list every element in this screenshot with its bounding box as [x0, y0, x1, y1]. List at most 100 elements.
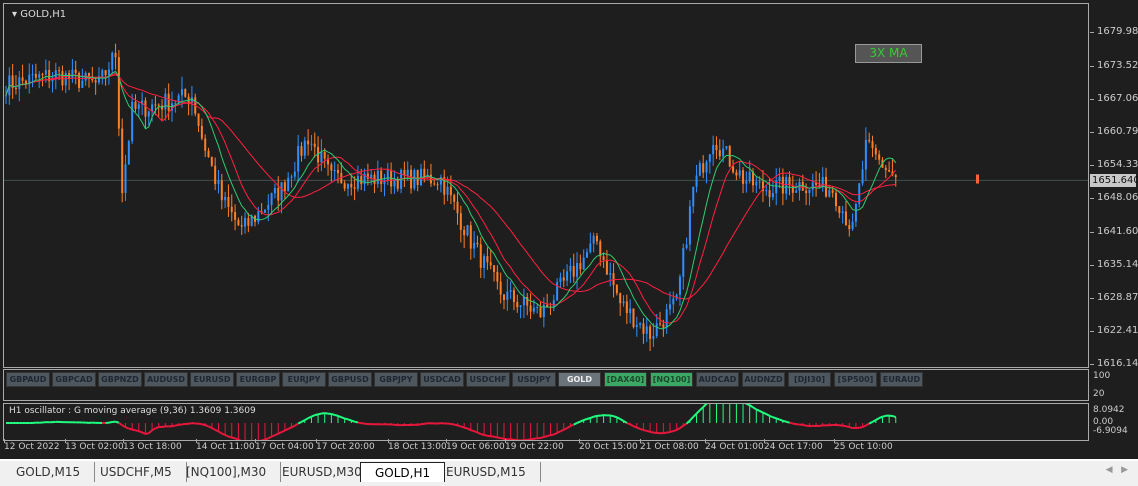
candle-body: [184, 89, 187, 97]
oscillator-line: [782, 419, 787, 423]
symbol-button[interactable]: USDCHF: [466, 372, 510, 387]
oscillator-panel[interactable]: H1 oscillator : G moving average (9,36) …: [3, 403, 1089, 441]
oscillator-line: [483, 434, 488, 437]
symbol-button[interactable]: GBPNZD: [98, 372, 142, 387]
symbol-button[interactable]: [SP500]: [834, 372, 877, 387]
oscillator-line: [769, 414, 774, 419]
oscillator-line: [231, 436, 236, 440]
chart-tab[interactable]: GOLD,M15: [2, 462, 96, 482]
candle-body: [529, 305, 532, 312]
3x-ma-button[interactable]: 3X MA: [855, 44, 922, 63]
oscillator-line: [463, 426, 468, 430]
symbol-button[interactable]: EURUSD: [190, 372, 234, 387]
symbol-button[interactable]: GBPJPY: [374, 372, 418, 387]
oscillator-line: [500, 437, 505, 440]
candle-body: [522, 297, 525, 306]
symbol-button[interactable]: AUDNZD: [742, 372, 785, 387]
candle-body: [659, 323, 662, 325]
candle-body: [512, 290, 515, 302]
price-chart[interactable]: ▾ GOLD,H1: [3, 3, 1089, 368]
oscillator-line: [337, 414, 342, 419]
candle-body: [234, 212, 237, 220]
oscillator-line: [138, 430, 143, 434]
candle-body: [838, 206, 841, 214]
oscillator-line: [314, 413, 319, 417]
candle-body: [220, 180, 223, 201]
candle-body: [745, 181, 748, 184]
candle-body: [433, 183, 436, 185]
candle-body: [844, 211, 847, 226]
candle-body: [682, 248, 685, 277]
symbol-button[interactable]: AUDUSD: [144, 372, 188, 387]
symbol-button[interactable]: EURJPY: [282, 372, 326, 387]
symbol-button[interactable]: GBPAUD: [6, 372, 50, 387]
oscillator-line: [470, 429, 475, 433]
chart-tab[interactable]: [NQ100],M30: [172, 462, 282, 482]
candle-body: [771, 193, 774, 198]
candle-body: [230, 206, 233, 213]
candle-body: [592, 235, 595, 244]
chart-tab[interactable]: EURUSD,M15: [432, 462, 541, 482]
candle-body: [74, 69, 77, 73]
candle-body: [124, 164, 127, 194]
oscillator-line: [643, 429, 648, 432]
candle-body: [672, 298, 675, 305]
candle-body: [595, 235, 598, 242]
candle-body: [841, 211, 844, 214]
candle-body: [466, 225, 469, 236]
candle-body: [785, 177, 788, 194]
symbol-button[interactable]: GBPUSD: [328, 372, 372, 387]
candle-body: [828, 190, 831, 197]
time-axis[interactable]: 12 Oct 2022 13 Oct 02:00 13 Oct 18:00 14 Oc…: [0, 439, 1090, 458]
symbol-button[interactable]: GBPCAD: [52, 372, 96, 387]
candle-body: [131, 101, 134, 142]
oscillator-line: [437, 422, 442, 425]
symbol-button[interactable]: USDCAD: [420, 372, 464, 387]
symbol-button[interactable]: USDJPY: [512, 372, 556, 387]
price-tick: 1660.790: [1090, 126, 1138, 137]
candle-body: [180, 89, 183, 96]
oscillator-line: [201, 423, 206, 427]
candle-body: [698, 163, 701, 176]
candle-body: [639, 323, 642, 325]
symbol-button[interactable]: [DAX40]: [604, 372, 647, 387]
candle-body: [602, 256, 605, 260]
oscillator-line: [354, 420, 359, 424]
candle-body: [645, 326, 648, 334]
candle-body: [605, 259, 608, 275]
candle-body: [217, 180, 220, 185]
oscillator-line: [649, 430, 654, 434]
candle-body: [330, 164, 333, 171]
symbol-button[interactable]: EURAUD: [880, 372, 923, 387]
oscillator-line: [287, 426, 292, 430]
oscillator-line: [171, 424, 176, 428]
oscillator-line: [633, 425, 638, 429]
candle-body: [805, 190, 808, 194]
symbol-button[interactable]: EURGBP: [236, 372, 280, 387]
oscillator-line: [789, 421, 794, 425]
price-tick: 1616.140: [1090, 358, 1138, 369]
oscillator-line: [805, 424, 810, 428]
oscillator-line: [217, 430, 223, 435]
oscillator-line: [859, 426, 863, 429]
candle-body: [343, 183, 346, 189]
candle-body: [566, 271, 569, 281]
symbol-button[interactable]: [DJI30]: [788, 372, 831, 387]
time-label: 17 Oct 04:00: [255, 439, 314, 452]
symbol-button[interactable]: AUDCAD: [696, 372, 739, 387]
candle-body: [237, 219, 240, 226]
time-label: 17 Oct 20:00: [316, 439, 375, 452]
tab-scroll-arrows[interactable]: ◀ ▶: [1106, 465, 1128, 475]
oscillator-line: [204, 424, 209, 428]
candle-body: [44, 69, 47, 75]
price-tick: 1673.520: [1090, 60, 1138, 71]
time-label: 21 Oct 08:00: [640, 439, 699, 452]
candle-body: [449, 186, 452, 196]
candle-body: [360, 176, 363, 185]
oscillator-line: [576, 420, 581, 424]
symbol-button[interactable]: [NQ100]: [650, 372, 693, 387]
symbol-button[interactable]: GOLD: [558, 372, 601, 387]
candle-body: [695, 175, 698, 187]
oscillator-line: [145, 432, 149, 435]
candle-body: [755, 181, 758, 186]
